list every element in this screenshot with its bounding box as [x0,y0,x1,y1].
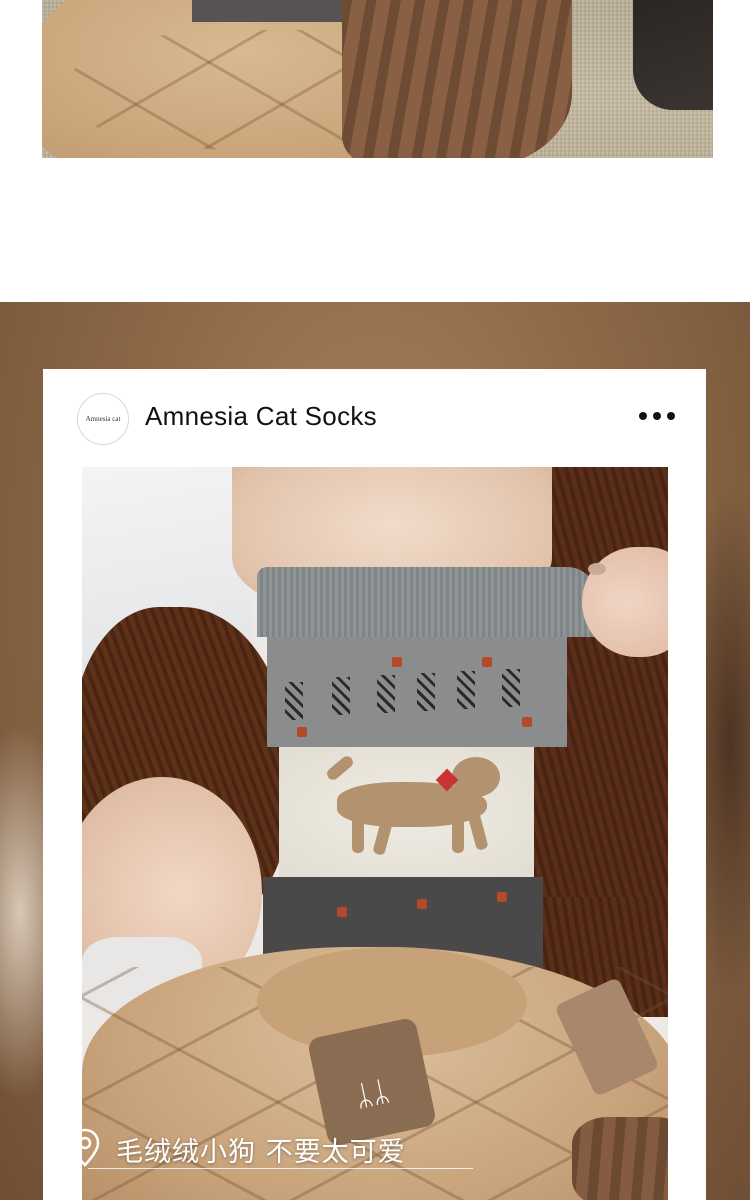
slipper-sole [342,0,572,158]
caption-text: 毛绒绒小狗 不要太可爱 [116,1137,406,1168]
dog-motif-leg [352,815,364,853]
caption-underline [88,1168,473,1169]
post-header: Amnesia cat Amnesia Cat Socks [43,369,706,467]
sock-chevron-motif [502,669,520,707]
dog-motif-leg [452,815,464,853]
sock-chevron-motif [417,673,435,711]
more-dot [667,412,675,420]
fingernail [588,563,606,575]
more-dot [653,412,661,420]
top-product-photo [42,0,713,158]
sock-red-dot [522,717,532,727]
post-photo: ᛦᛦ [82,467,668,1200]
slipper-sole [572,1117,668,1200]
post-card: Amnesia cat Amnesia Cat Socks ᛦᛦ [43,369,706,1200]
sock-chevron-motif [332,677,350,715]
sock-red-dot [392,657,402,667]
dark-fabric [633,0,713,110]
sock-chevron-motif [285,682,303,720]
sock-red-dot [417,899,427,909]
sock-red-dot [297,727,307,737]
sock-red-dot [337,907,347,917]
sock-chevron-motif [377,675,395,713]
dog-motif-head [452,757,500,797]
sock-ribbed-cuff [257,567,597,637]
sock-red-dot [497,892,507,902]
more-horizontal-icon[interactable] [639,411,679,421]
sock-red-dot [482,657,492,667]
brand-avatar[interactable]: Amnesia cat [77,393,129,445]
location-pin-icon [70,1128,100,1167]
sock-chevron-motif [457,671,475,709]
more-dot [639,412,647,420]
sock-edge [192,0,352,22]
avatar-label: Amnesia cat [85,415,121,423]
brand-name[interactable]: Amnesia Cat Socks [145,401,377,432]
